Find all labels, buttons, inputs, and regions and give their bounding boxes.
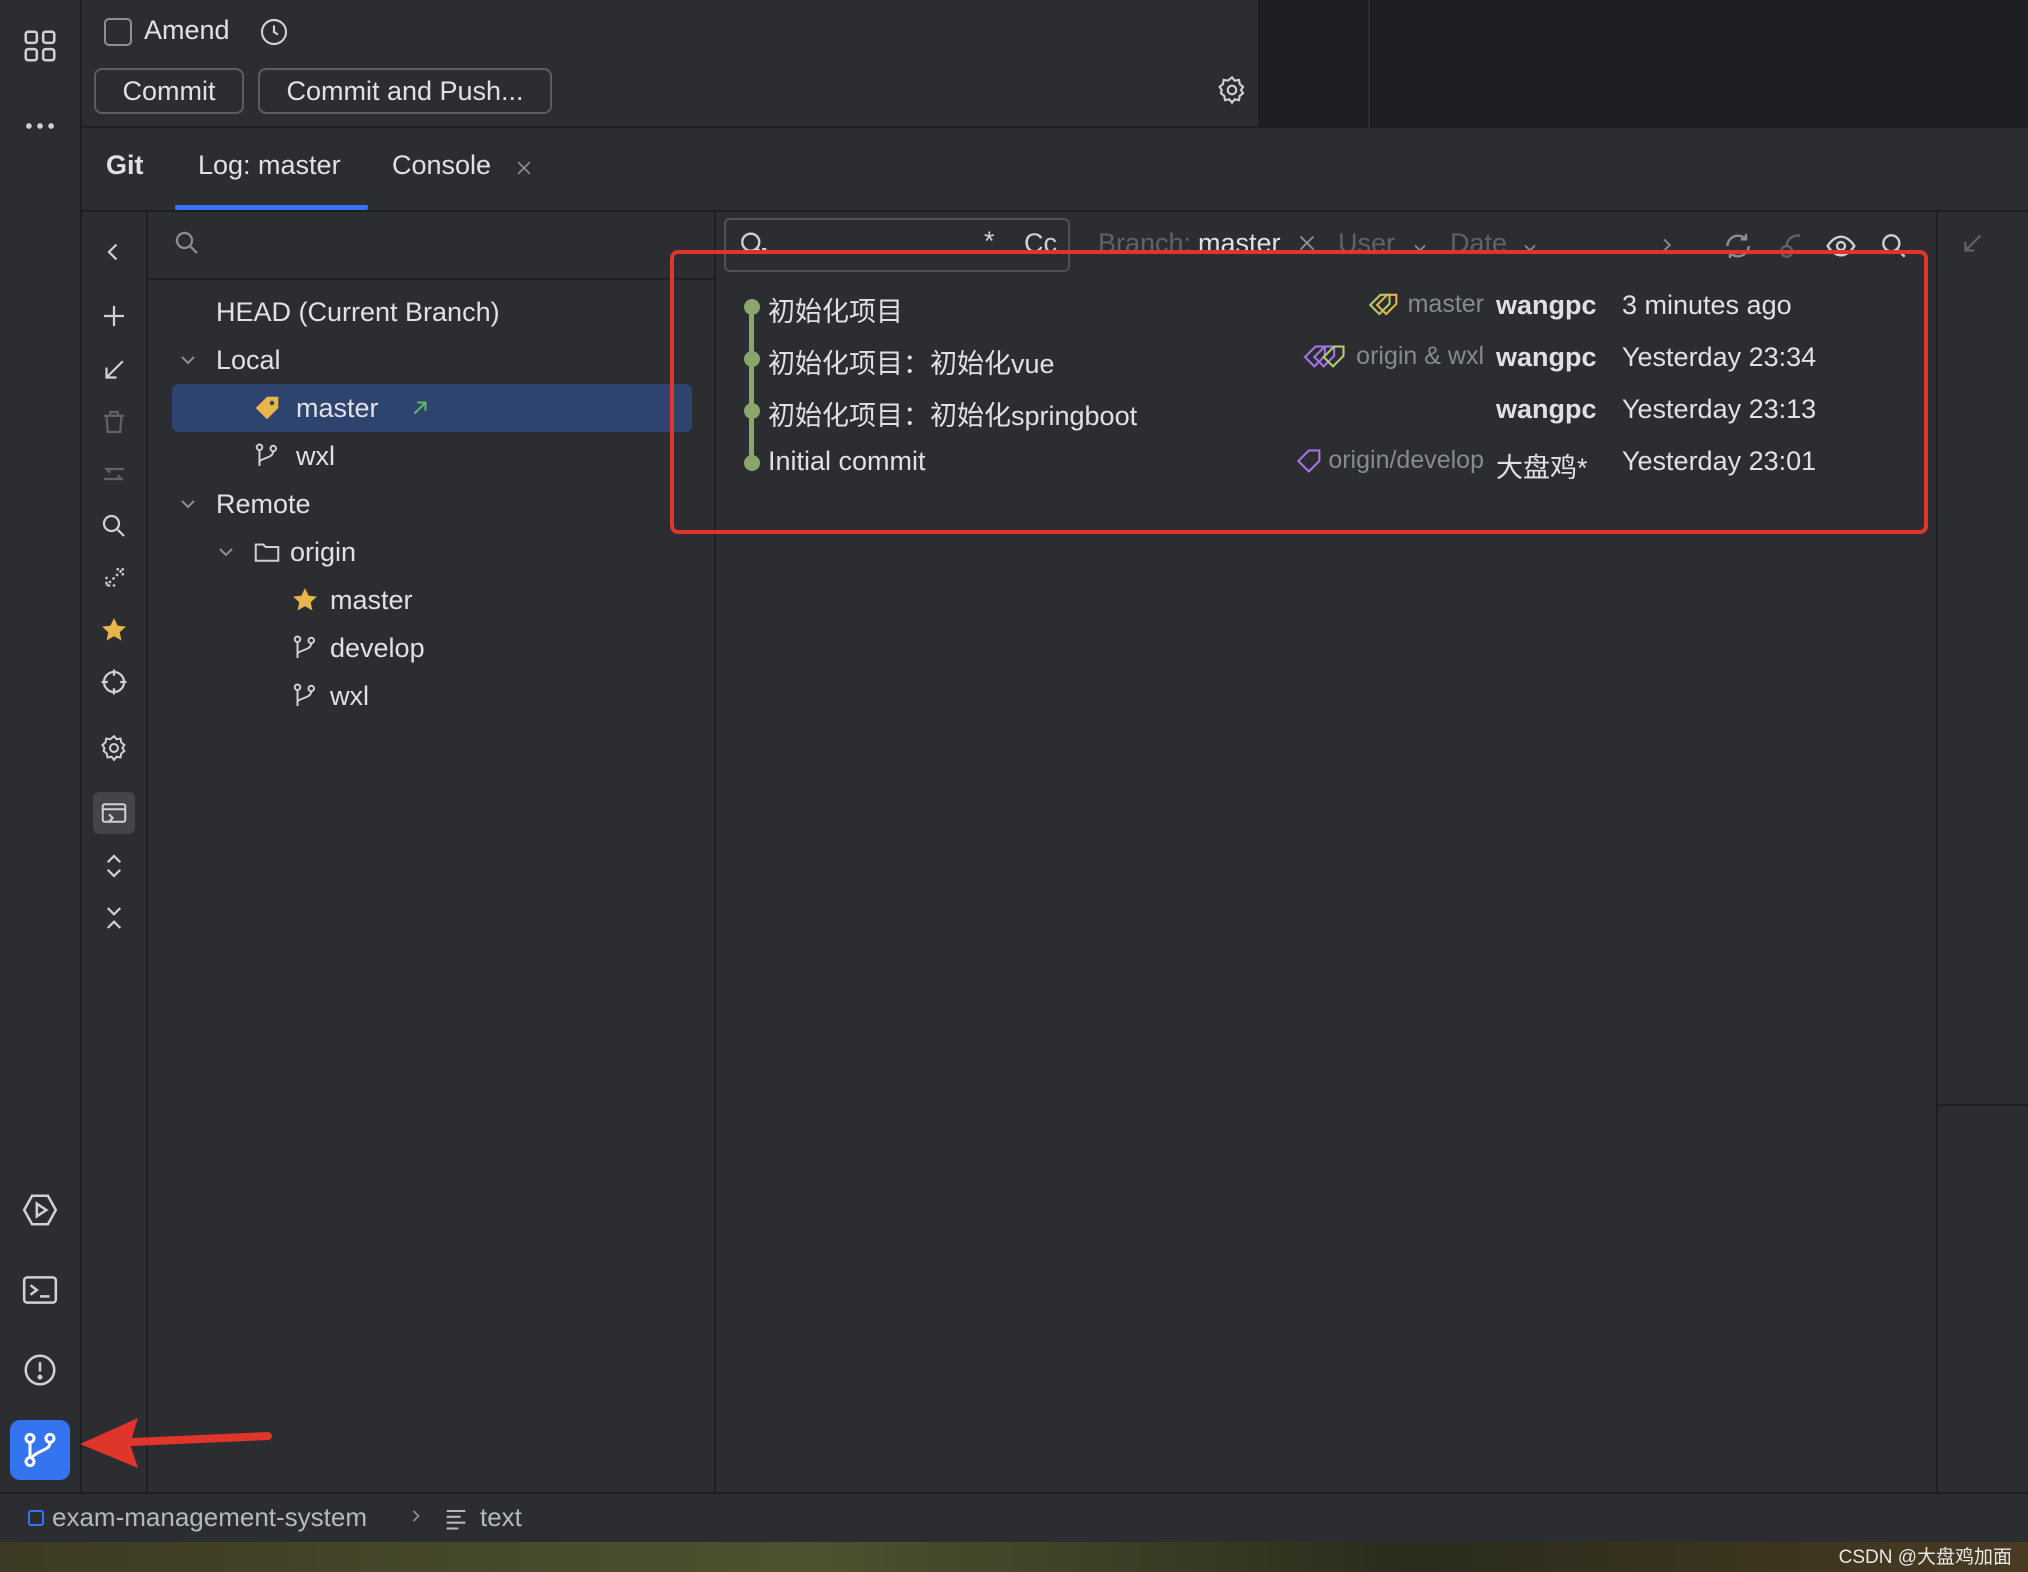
more-icon[interactable] [16, 102, 64, 150]
commit-and-push-button[interactable]: Commit and Push... [258, 68, 552, 114]
collapse-arrow-icon[interactable] [1958, 228, 1988, 258]
annotation-highlight-box [670, 250, 1928, 534]
expand-all-icon[interactable] [96, 848, 132, 884]
commit-details-panel [1936, 212, 2028, 1492]
left-tool-strip [0, 0, 82, 1492]
favorite-star-icon [293, 588, 317, 611]
tree-item-origin-master[interactable]: master [290, 576, 413, 624]
clock-icon[interactable] [258, 16, 290, 48]
collapse-panel-icon[interactable] [96, 234, 132, 270]
terminal-icon[interactable] [16, 1266, 64, 1314]
breadcrumb-project[interactable]: exam-management-system [52, 1502, 367, 1533]
annotation-arrow [80, 1418, 272, 1468]
navigate-target-icon[interactable] [96, 664, 132, 700]
search-icon [172, 228, 204, 260]
amend-checkbox[interactable] [104, 18, 132, 46]
tree-item-label: Remote [216, 488, 311, 519]
favorite-star-icon[interactable] [96, 612, 132, 648]
tree-item-origin-wxl[interactable]: wxl [290, 672, 369, 720]
tool-window-title: Git [106, 150, 144, 180]
problems-icon[interactable] [16, 1346, 64, 1394]
commit-button[interactable]: Commit [94, 68, 244, 114]
tab-log-master[interactable]: Log: master [198, 150, 341, 181]
tool-window-tabbar [82, 130, 2028, 212]
commit-settings-gear-icon[interactable] [1216, 74, 1248, 106]
tree-item-label: origin [290, 536, 357, 567]
settings-gear-icon[interactable] [96, 730, 132, 766]
active-tab-indicator [175, 205, 368, 210]
git-branch-icon [24, 1432, 56, 1468]
tree-item-origin[interactable]: origin [214, 528, 356, 576]
tree-item-label: develop [330, 632, 425, 663]
branch-icon [293, 683, 316, 706]
project-module-icon [28, 1510, 44, 1526]
desktop-background [0, 1542, 2028, 1572]
breadcrumb-file[interactable]: text [480, 1502, 522, 1533]
git-tool-window-button[interactable] [10, 1420, 70, 1480]
group-by-directory-icon [96, 795, 132, 831]
text-file-icon [442, 1504, 470, 1532]
tab-console[interactable]: Console [392, 150, 491, 181]
divider [1938, 1104, 2028, 1106]
tree-item-label: wxl [330, 680, 369, 711]
project-icon[interactable] [16, 22, 64, 70]
editor-area [1258, 0, 2028, 128]
tree-item-origin-develop[interactable]: develop [290, 624, 425, 672]
run-services-icon[interactable] [16, 1186, 64, 1234]
chevron-down-icon [219, 548, 233, 557]
branch-icon [293, 635, 316, 658]
folder-icon [254, 543, 280, 562]
close-tab-icon[interactable] [514, 158, 534, 178]
chevron-right-icon [406, 1506, 426, 1526]
collapse-all-icon[interactable] [96, 900, 132, 936]
chevron-down-icon [181, 500, 195, 509]
tree-item-label: master [330, 584, 413, 615]
fetch-arrow-icon[interactable] [96, 560, 132, 596]
divider [1368, 0, 1370, 128]
amend-label: Amend [144, 15, 230, 45]
search-branch-icon[interactable] [96, 508, 132, 544]
watermark: CSDN @大盘鸡加面 [1838, 1547, 2012, 1568]
branch-search-bar[interactable] [148, 212, 716, 280]
